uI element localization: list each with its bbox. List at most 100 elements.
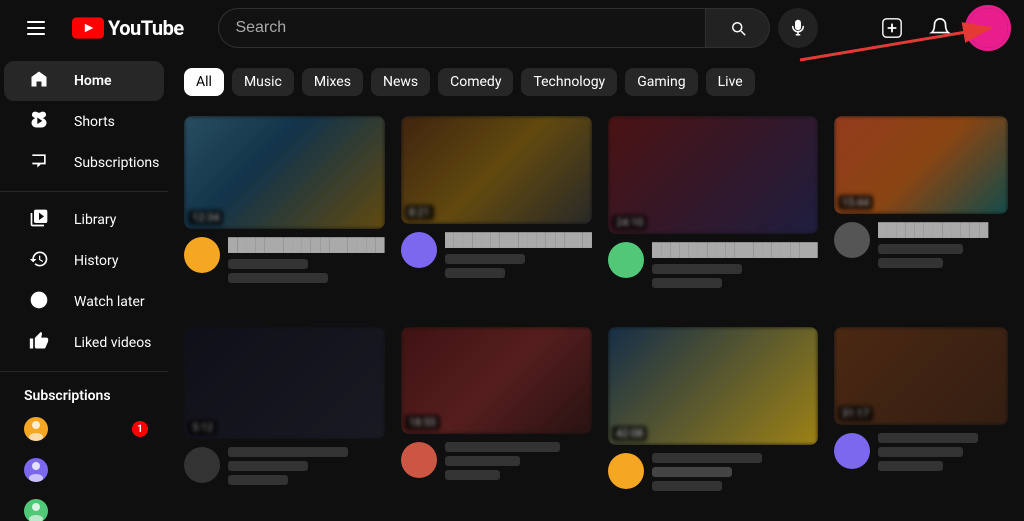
video-info-7 [608, 453, 818, 491]
channel-avatar-7 [608, 453, 644, 489]
create-icon [881, 17, 903, 39]
subscriptions-section-title: Subscriptions [0, 380, 168, 408]
header-left: YouTube [16, 8, 184, 48]
create-button[interactable] [872, 8, 912, 48]
sub-avatar-1 [24, 417, 48, 441]
video-title-4: ████████████ [878, 222, 1008, 240]
shorts-icon [28, 110, 50, 135]
sidebar-item-subscriptions[interactable]: Subscriptions [4, 143, 164, 183]
sidebar-item-subscriptions-label: Subscriptions [74, 155, 159, 171]
sidebar-item-home[interactable]: Home [4, 61, 164, 101]
subscription-item-2[interactable] [4, 450, 164, 490]
video-thumb-6: 18:55 [401, 327, 592, 435]
subscription-item-1[interactable]: 1 [4, 409, 164, 449]
sidebar-item-liked-videos-label: Liked videos [74, 335, 151, 351]
video-thumb-4: 15:44 [834, 116, 1008, 214]
chip-music[interactable]: Music [232, 68, 294, 96]
notification-button[interactable] [920, 8, 960, 48]
sidebar-item-shorts-label: Shorts [74, 114, 115, 130]
video-card-7[interactable]: 42:08 [608, 327, 818, 513]
video-meta-3: ██████████████████ [652, 242, 818, 288]
video-meta-7 [652, 453, 818, 491]
search-input[interactable] [235, 19, 689, 37]
avatar-button[interactable] [968, 8, 1008, 48]
search-icon [729, 19, 747, 37]
sidebar-item-library-label: Library [74, 212, 116, 228]
channel-avatar-6 [401, 442, 437, 478]
sidebar-item-library[interactable]: Library [4, 200, 164, 240]
sidebar-item-watch-later-label: Watch later [74, 294, 145, 310]
sidebar-item-history-label: History [74, 253, 119, 269]
chip-live[interactable]: Live [706, 68, 755, 96]
video-card-6[interactable]: 18:55 [401, 327, 592, 513]
youtube-logo[interactable]: YouTube [72, 16, 184, 40]
sub-avatar-2 [24, 458, 48, 482]
video-card-5[interactable]: 5:12 [184, 327, 385, 513]
video-info-3: ██████████████████ [608, 242, 818, 288]
mic-button[interactable] [778, 8, 818, 48]
video-meta-1: █████████████████ [228, 237, 385, 283]
video-meta-8 [878, 433, 1008, 471]
video-meta-2: ████████████████ [445, 232, 592, 278]
video-card-8[interactable]: 31:17 [834, 327, 1008, 513]
history-icon [28, 249, 50, 274]
video-card-1[interactable]: 12:34 █████████████████ [184, 116, 385, 311]
library-icon [28, 208, 50, 233]
sidebar: Home Shorts Subscriptions Library His [0, 56, 168, 521]
chip-news[interactable]: News [371, 68, 430, 96]
chip-tech[interactable]: Technology [521, 68, 617, 96]
youtube-logo-text: YouTube [108, 16, 184, 40]
watch-later-icon [28, 290, 50, 315]
channel-avatar-4 [834, 222, 870, 258]
sidebar-item-shorts[interactable]: Shorts [4, 102, 164, 142]
video-channel-1 [228, 259, 308, 269]
video-grid: 12:34 █████████████████ 8:21 [168, 108, 1024, 521]
liked-videos-icon [28, 331, 50, 356]
channel-avatar-2 [401, 232, 437, 268]
chip-gaming[interactable]: Gaming [625, 68, 697, 96]
video-card-4[interactable]: 15:44 ████████████ [834, 116, 1008, 311]
video-thumb-2: 8:21 [401, 116, 592, 224]
video-info-8 [834, 433, 1008, 471]
search-input-wrapper [218, 8, 706, 48]
chip-comedy[interactable]: Comedy [438, 68, 513, 96]
subscriptions-icon [28, 151, 50, 176]
sidebar-divider-1 [0, 191, 168, 192]
sidebar-item-home-label: Home [74, 73, 112, 89]
header: YouTube [0, 0, 1024, 56]
video-thumb-3: 24:10 [608, 116, 818, 234]
video-info-2: ████████████████ [401, 232, 592, 278]
chip-all[interactable]: All [184, 68, 224, 96]
home-icon [28, 69, 50, 94]
sidebar-item-liked-videos[interactable]: Liked videos [4, 323, 164, 363]
search-button[interactable] [706, 8, 770, 48]
video-title-3: ██████████████████ [652, 242, 818, 260]
video-card-3[interactable]: 24:10 ██████████████████ [608, 116, 818, 311]
notification-icon [929, 17, 951, 39]
video-info-5 [184, 447, 385, 485]
video-title-2: ████████████████ [445, 232, 592, 250]
video-meta-5 [228, 447, 385, 485]
channel-avatar-5 [184, 447, 220, 483]
sub-avatar-3 [24, 499, 48, 521]
chip-mixes[interactable]: Mixes [302, 68, 363, 96]
video-info-1: █████████████████ [184, 237, 385, 283]
sidebar-item-watch-later[interactable]: Watch later [4, 282, 164, 322]
video-info-6 [401, 442, 592, 480]
sidebar-item-history[interactable]: History [4, 241, 164, 281]
video-info-4: ████████████ [834, 222, 1008, 268]
video-stats-1 [228, 273, 328, 283]
sidebar-divider-2 [0, 371, 168, 372]
youtube-logo-icon [72, 17, 104, 39]
menu-button[interactable] [16, 8, 56, 48]
channel-avatar-8 [834, 433, 870, 469]
video-card-2[interactable]: 8:21 ████████████████ [401, 116, 592, 311]
video-thumb-5: 5:12 [184, 327, 385, 440]
video-thumb-7: 42:08 [608, 327, 818, 445]
channel-avatar-3 [608, 242, 644, 278]
video-thumb-1: 12:34 [184, 116, 385, 229]
video-title-1: █████████████████ [228, 237, 385, 255]
video-meta-6 [445, 442, 592, 480]
subscription-item-3[interactable] [4, 491, 164, 521]
video-meta-4: ████████████ [878, 222, 1008, 268]
